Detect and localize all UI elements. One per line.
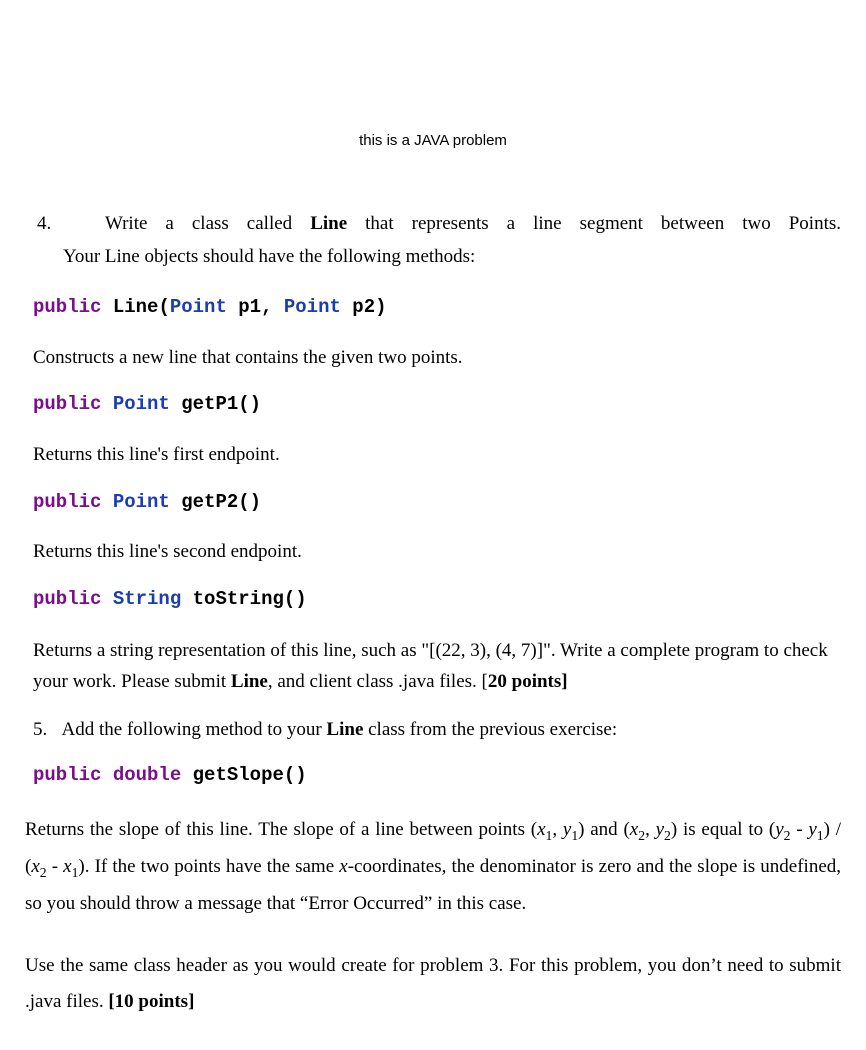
tostring-end: ]: [561, 671, 567, 692]
desc-tostring: Returns a string representation of this …: [33, 636, 841, 697]
q5-bold: Line: [326, 719, 363, 740]
q4-number: 4.: [37, 213, 51, 234]
method-getslope: getSlope(): [181, 764, 306, 786]
sub-1: 1: [546, 828, 553, 843]
var-x: x: [63, 856, 71, 877]
q4-text-pre: Write a class called: [105, 213, 292, 234]
code-getp2: public Point getP2(): [33, 489, 841, 516]
slope-minus: -: [790, 819, 808, 840]
keyword-public: public: [33, 764, 101, 786]
ctor-p2: p2): [341, 296, 387, 318]
ctor-open: (: [158, 296, 169, 318]
q4-subheading: Your Line objects should have the follow…: [25, 244, 841, 271]
var-y: y: [808, 819, 816, 840]
question-4: 4. Write a class called Line that repres…: [25, 211, 841, 270]
q4-text-post: that represents a line segment between t…: [365, 213, 841, 234]
keyword-public: public: [33, 296, 101, 318]
var-x: x: [31, 856, 39, 877]
slope-and: ) and (: [578, 819, 630, 840]
tostring-bold2: 20 points: [488, 671, 561, 692]
final-bold: [10 points]: [108, 991, 194, 1012]
q4-class-name: Line: [310, 213, 347, 234]
method-tostring: toString(): [181, 588, 306, 610]
sub-2: 2: [40, 865, 47, 880]
desc-constructor: Constructs a new line that contains the …: [33, 345, 841, 372]
page-title: this is a JAVA problem: [25, 130, 841, 151]
type-string: String: [113, 588, 181, 610]
code-getslope: public double getSlope(): [33, 762, 841, 789]
type-point: Point: [113, 491, 170, 513]
var-y: y: [656, 819, 664, 840]
q5-post: class from the previous exercise:: [363, 719, 617, 740]
method-getp2: getP2(): [170, 491, 261, 513]
desc-getslope: Returns the slope of this line. The slop…: [25, 812, 841, 922]
keyword-double: double: [113, 764, 181, 786]
sub-2: 2: [638, 828, 645, 843]
q5-number: 5.: [33, 719, 47, 740]
code-getp1: public Point getP1(): [33, 391, 841, 418]
method-getp1: getP1(): [170, 393, 261, 415]
desc-getp2: Returns this line's second endpoint.: [33, 539, 841, 566]
sub-2: 2: [664, 828, 671, 843]
desc-getp1: Returns this line's first endpoint.: [33, 442, 841, 469]
sub-1: 1: [817, 828, 824, 843]
var-x: x: [537, 819, 545, 840]
var-x: x: [630, 819, 638, 840]
slope-minus: -: [47, 856, 64, 877]
keyword-public: public: [33, 491, 101, 513]
type-point: Point: [170, 296, 227, 318]
keyword-public: public: [33, 393, 101, 415]
slope-pre: Returns the slope of this line. The slop…: [25, 819, 537, 840]
ctor-name: Line: [113, 296, 159, 318]
slope-close: ). If the two points have the same: [78, 856, 339, 877]
code-tostring: public String toString(): [33, 586, 841, 613]
var-y: y: [775, 819, 783, 840]
ctor-p1: p1,: [227, 296, 284, 318]
tostring-mid: , and client class .java files. [: [268, 671, 488, 692]
q5-pre: Add the following method to your: [62, 719, 327, 740]
code-constructor: public Line(Point p1, Point p2): [33, 294, 841, 321]
question-5: 5. Add the following method to your Line…: [33, 717, 841, 744]
slope-eq: ) is equal to (: [671, 819, 775, 840]
final-note: Use the same class header as you would c…: [25, 948, 841, 1020]
type-point: Point: [113, 393, 170, 415]
tostring-bold1: Line: [231, 671, 268, 692]
keyword-public: public: [33, 588, 101, 610]
var-x: x: [339, 856, 347, 877]
type-point: Point: [284, 296, 341, 318]
q4-heading: 4. Write a class called Line that repres…: [25, 211, 841, 238]
